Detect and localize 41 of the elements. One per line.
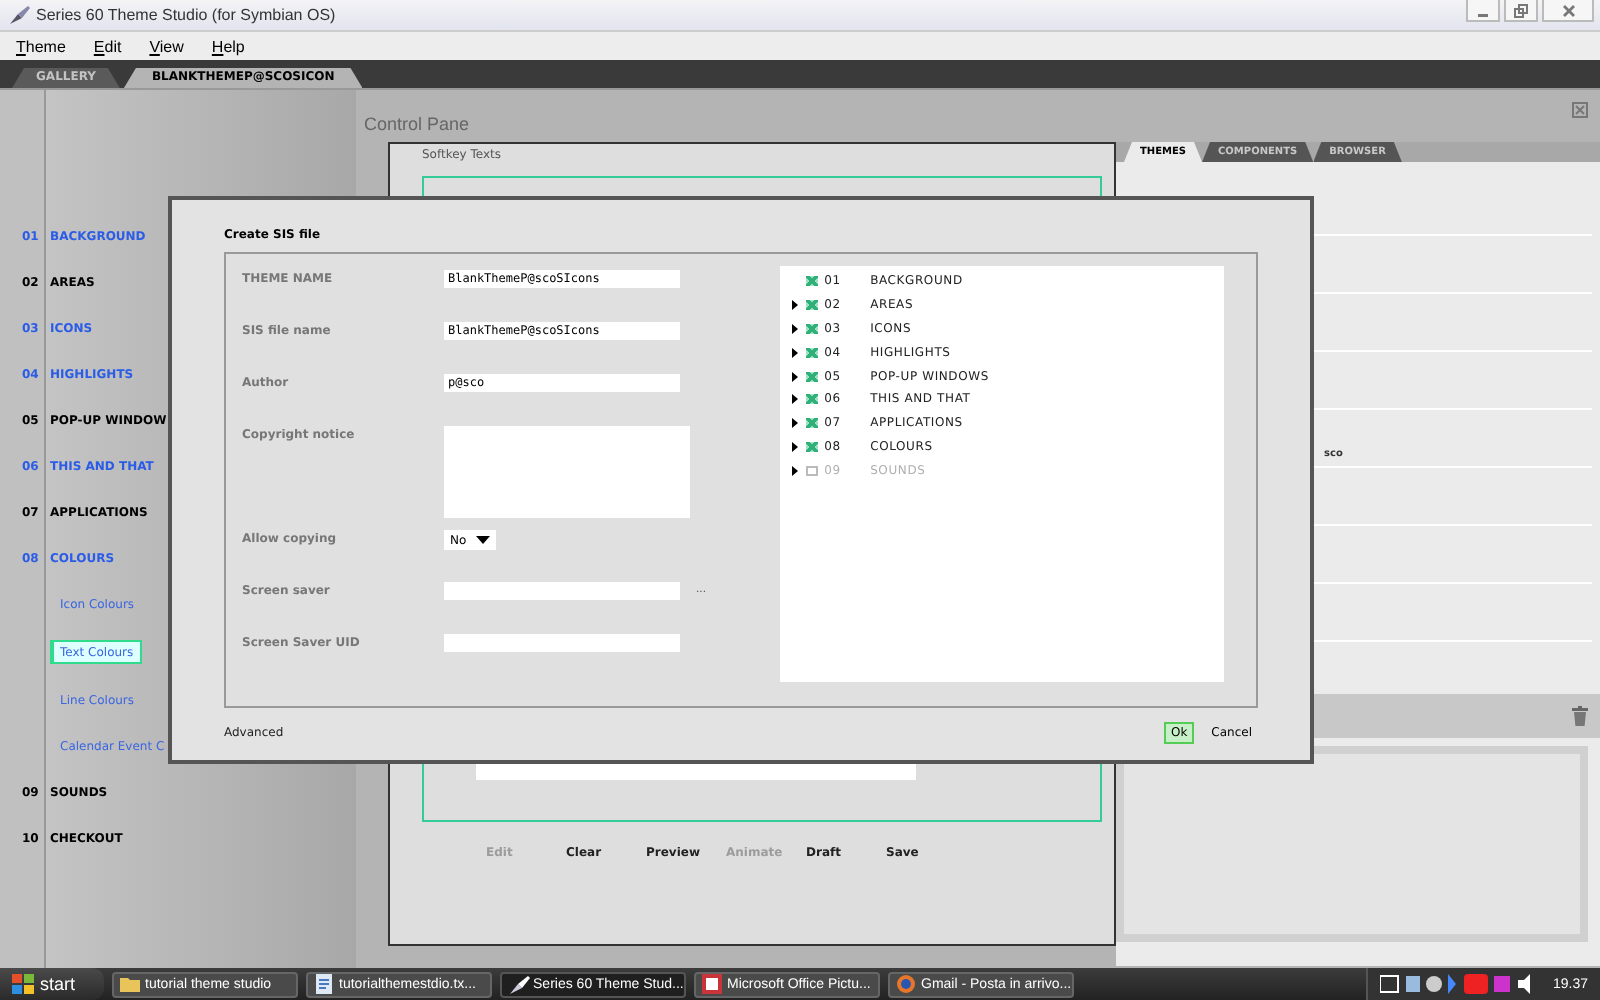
close-button[interactable] <box>1572 102 1588 118</box>
panel-title: Control Pane <box>364 114 472 134</box>
expand-arrow-icon <box>792 465 799 476</box>
checkbox[interactable] <box>806 394 819 405</box>
expand-arrow-icon <box>792 418 799 429</box>
checkbox[interactable] <box>806 323 819 334</box>
expand-arrow-icon <box>792 371 799 382</box>
document-icon <box>313 974 336 994</box>
trash-icon <box>1572 706 1588 726</box>
caret-icon <box>476 536 491 544</box>
checkbox[interactable] <box>806 418 819 429</box>
brush-icon <box>507 974 530 994</box>
menu-item[interactable]: Help <box>211 37 245 55</box>
globe-icon <box>895 974 918 994</box>
expand-arrow-icon <box>792 300 799 311</box>
text-field[interactable] <box>444 582 680 600</box>
expand-arrow-icon <box>792 323 799 334</box>
close-icon <box>1561 3 1575 17</box>
window-title: Series 60 Theme Studio (for Symbian OS) <box>36 6 336 24</box>
folder-icon <box>119 974 142 994</box>
brush-icon <box>8 4 30 26</box>
restore-icon <box>1514 3 1528 17</box>
expand-arrow-icon <box>792 394 799 405</box>
checkbox[interactable] <box>806 441 819 452</box>
checkbox[interactable] <box>806 371 819 382</box>
menu-item[interactable]: Theme <box>16 37 66 55</box>
minimize-button[interactable] <box>1466 0 1500 22</box>
close-icon <box>1572 102 1588 118</box>
expand-arrow-icon <box>792 347 799 358</box>
menu-item[interactable]: Edit <box>93 37 122 55</box>
close-button[interactable] <box>1542 0 1594 22</box>
text-field[interactable] <box>444 634 680 652</box>
menu-item[interactable]: View <box>149 37 184 55</box>
windows-flag-icon <box>12 974 34 994</box>
expand-arrow-icon <box>792 441 799 452</box>
checkbox[interactable] <box>806 300 819 311</box>
checkbox[interactable] <box>806 276 819 287</box>
checkbox[interactable] <box>806 347 819 358</box>
start-button[interactable]: start <box>0 968 104 1000</box>
picture-icon <box>701 974 724 994</box>
maximize-button[interactable] <box>1504 0 1538 22</box>
